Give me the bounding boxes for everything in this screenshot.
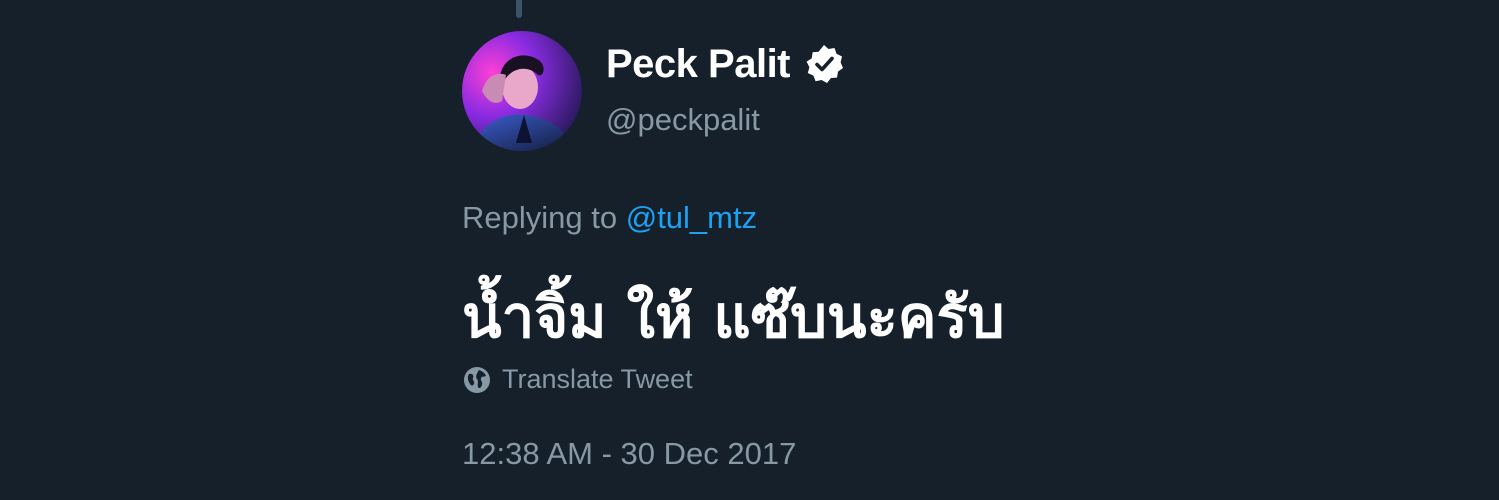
translate-tweet-button[interactable]: Translate Tweet xyxy=(462,364,693,395)
reply-mention-link[interactable]: @tul_mtz xyxy=(626,200,757,235)
tweet-timestamp[interactable]: 12:38 AM - 30 Dec 2017 xyxy=(462,436,796,472)
replying-to: Replying to @tul_mtz xyxy=(462,200,757,236)
verified-badge-icon xyxy=(802,42,846,86)
tweet-text: น้ำจิ้ม ให้ แซ๊บนะครับ xyxy=(462,283,1005,351)
display-name[interactable]: Peck Palit xyxy=(606,42,791,87)
author-handle[interactable]: @peckpalit xyxy=(606,102,760,138)
replying-to-label: Replying to xyxy=(462,200,618,235)
avatar[interactable] xyxy=(462,31,582,151)
author-name-row[interactable]: Peck Palit xyxy=(606,38,846,90)
tweet-detail: Peck Palit @peckpalit Replying to @tul_m… xyxy=(0,0,1499,500)
globe-icon xyxy=(462,365,492,395)
translate-tweet-label: Translate Tweet xyxy=(502,364,693,394)
avatar-photo-icon xyxy=(462,31,582,151)
thread-connector-line xyxy=(516,0,522,18)
